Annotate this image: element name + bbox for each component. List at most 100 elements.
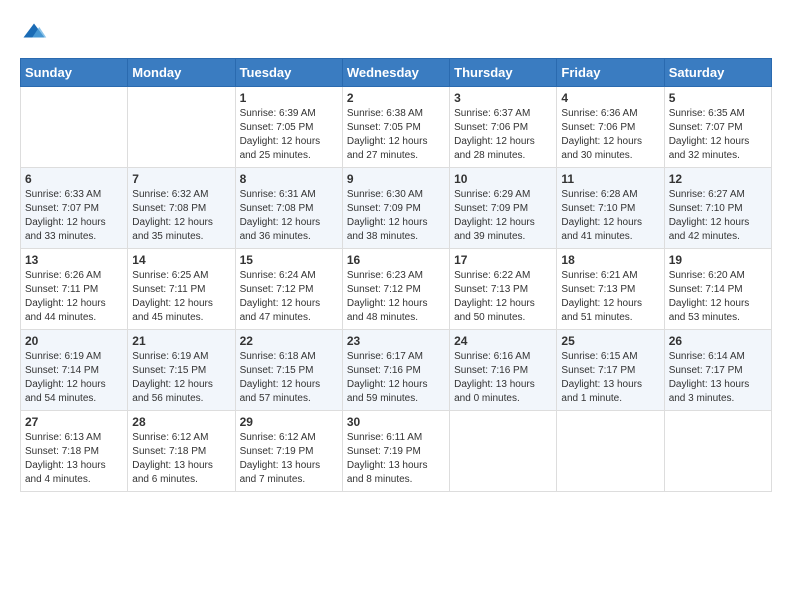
calendar-cell: 15Sunrise: 6:24 AMSunset: 7:12 PMDayligh… (235, 249, 342, 330)
day-number: 1 (240, 91, 338, 105)
calendar-week-5: 27 Sunrise: 6:13 AMSunset: 7:18 PMDayligh… (21, 411, 772, 492)
weekday-header-tuesday: Tuesday (235, 59, 342, 87)
day-info: Sunrise: 6:31 AMSunset: 7:08 PMDaylight:… (240, 188, 338, 244)
day-info: Sunrise: 6:30 AMSunset: 7:09 PMDaylight:… (347, 188, 445, 244)
day-info: Sunrise: 6:36 AMSunset: 7:06 PMDaylight:… (561, 107, 659, 163)
calendar-cell: 24 Sunrise: 6:16 AMSunset: 7:16 PMDayligh… (450, 330, 557, 411)
calendar-cell: 4 Sunrise: 6:36 AMSunset: 7:06 PMDaylight… (557, 87, 664, 168)
calendar-cell: 20 Sunrise: 6:19 AMSunset: 7:14 PMDayligh… (21, 330, 128, 411)
day-number: 19 (669, 253, 767, 267)
calendar-week-1: 1Sunrise: 6:39 AMSunset: 7:05 PMDaylight… (21, 87, 772, 168)
day-info: Sunrise: 6:20 AMSunset: 7:14 PMDaylight:… (669, 269, 767, 325)
calendar-week-2: 6 Sunrise: 6:33 AMSunset: 7:07 PMDaylight… (21, 168, 772, 249)
day-number: 12 (669, 172, 767, 186)
day-number: 10 (454, 172, 552, 186)
calendar-table: SundayMondayTuesdayWednesdayThursdayFrid… (20, 58, 772, 492)
day-info: Sunrise: 6:19 AMSunset: 7:14 PMDaylight:… (25, 350, 123, 406)
day-info: Sunrise: 6:22 AMSunset: 7:13 PMDaylight:… (454, 269, 552, 325)
day-info: Sunrise: 6:23 AMSunset: 7:12 PMDaylight:… (347, 269, 445, 325)
logo (20, 20, 52, 48)
calendar-cell (664, 411, 771, 492)
weekday-header-monday: Monday (128, 59, 235, 87)
calendar-cell (450, 411, 557, 492)
day-number: 27 (25, 415, 123, 429)
day-info: Sunrise: 6:35 AMSunset: 7:07 PMDaylight:… (669, 107, 767, 163)
day-info: Sunrise: 6:18 AMSunset: 7:15 PMDaylight:… (240, 350, 338, 406)
day-number: 30 (347, 415, 445, 429)
calendar-cell: 16 Sunrise: 6:23 AMSunset: 7:12 PMDayligh… (342, 249, 449, 330)
calendar-cell: 25 Sunrise: 6:15 AMSunset: 7:17 PMDayligh… (557, 330, 664, 411)
day-number: 9 (347, 172, 445, 186)
calendar-cell: 30 Sunrise: 6:11 AMSunset: 7:19 PMDayligh… (342, 411, 449, 492)
day-info: Sunrise: 6:25 AMSunset: 7:11 PMDaylight:… (132, 269, 230, 325)
calendar-cell: 10 Sunrise: 6:29 AMSunset: 7:09 PMDayligh… (450, 168, 557, 249)
calendar-cell (557, 411, 664, 492)
day-info: Sunrise: 6:38 AMSunset: 7:05 PMDaylight:… (347, 107, 445, 163)
day-number: 29 (240, 415, 338, 429)
day-info: Sunrise: 6:12 AMSunset: 7:19 PMDaylight:… (240, 431, 338, 487)
calendar-cell: 19 Sunrise: 6:20 AMSunset: 7:14 PMDayligh… (664, 249, 771, 330)
calendar-cell: 22 Sunrise: 6:18 AMSunset: 7:15 PMDayligh… (235, 330, 342, 411)
day-number: 20 (25, 334, 123, 348)
day-info: Sunrise: 6:13 AMSunset: 7:18 PMDaylight:… (25, 431, 123, 487)
day-number: 25 (561, 334, 659, 348)
day-info: Sunrise: 6:15 AMSunset: 7:17 PMDaylight:… (561, 350, 659, 406)
day-number: 15 (240, 253, 338, 267)
day-number: 23 (347, 334, 445, 348)
day-number: 5 (669, 91, 767, 105)
calendar-cell: 11 Sunrise: 6:28 AMSunset: 7:10 PMDayligh… (557, 168, 664, 249)
weekday-header-saturday: Saturday (664, 59, 771, 87)
calendar-cell: 6 Sunrise: 6:33 AMSunset: 7:07 PMDaylight… (21, 168, 128, 249)
day-number: 17 (454, 253, 552, 267)
day-number: 16 (347, 253, 445, 267)
calendar-cell: 27 Sunrise: 6:13 AMSunset: 7:18 PMDayligh… (21, 411, 128, 492)
day-info: Sunrise: 6:29 AMSunset: 7:09 PMDaylight:… (454, 188, 552, 244)
day-number: 2 (347, 91, 445, 105)
calendar-cell: 17 Sunrise: 6:22 AMSunset: 7:13 PMDayligh… (450, 249, 557, 330)
day-info: Sunrise: 6:16 AMSunset: 7:16 PMDaylight:… (454, 350, 552, 406)
weekday-header-friday: Friday (557, 59, 664, 87)
day-info: Sunrise: 6:12 AMSunset: 7:18 PMDaylight:… (132, 431, 230, 487)
day-number: 14 (132, 253, 230, 267)
calendar-cell: 28 Sunrise: 6:12 AMSunset: 7:18 PMDayligh… (128, 411, 235, 492)
calendar-cell: 13 Sunrise: 6:26 AMSunset: 7:11 PMDayligh… (21, 249, 128, 330)
day-number: 7 (132, 172, 230, 186)
calendar-cell: 2 Sunrise: 6:38 AMSunset: 7:05 PMDaylight… (342, 87, 449, 168)
logo-icon (20, 20, 48, 48)
day-number: 13 (25, 253, 123, 267)
calendar-cell: 5 Sunrise: 6:35 AMSunset: 7:07 PMDaylight… (664, 87, 771, 168)
day-number: 26 (669, 334, 767, 348)
weekday-header-sunday: Sunday (21, 59, 128, 87)
day-info: Sunrise: 6:28 AMSunset: 7:10 PMDaylight:… (561, 188, 659, 244)
day-info: Sunrise: 6:21 AMSunset: 7:13 PMDaylight:… (561, 269, 659, 325)
day-number: 18 (561, 253, 659, 267)
calendar-cell: 21 Sunrise: 6:19 AMSunset: 7:15 PMDayligh… (128, 330, 235, 411)
weekday-header-wednesday: Wednesday (342, 59, 449, 87)
day-number: 6 (25, 172, 123, 186)
day-info: Sunrise: 6:37 AMSunset: 7:06 PMDaylight:… (454, 107, 552, 163)
calendar-cell: 14 Sunrise: 6:25 AMSunset: 7:11 PMDayligh… (128, 249, 235, 330)
day-number: 24 (454, 334, 552, 348)
day-number: 28 (132, 415, 230, 429)
day-number: 11 (561, 172, 659, 186)
day-info: Sunrise: 6:19 AMSunset: 7:15 PMDaylight:… (132, 350, 230, 406)
day-info: Sunrise: 6:14 AMSunset: 7:17 PMDaylight:… (669, 350, 767, 406)
weekday-header-row: SundayMondayTuesdayWednesdayThursdayFrid… (21, 59, 772, 87)
day-number: 21 (132, 334, 230, 348)
day-info: Sunrise: 6:32 AMSunset: 7:08 PMDaylight:… (132, 188, 230, 244)
day-info: Sunrise: 6:33 AMSunset: 7:07 PMDaylight:… (25, 188, 123, 244)
page-header (20, 20, 772, 48)
calendar-cell: 26 Sunrise: 6:14 AMSunset: 7:17 PMDayligh… (664, 330, 771, 411)
calendar-cell: 18 Sunrise: 6:21 AMSunset: 7:13 PMDayligh… (557, 249, 664, 330)
day-number: 22 (240, 334, 338, 348)
day-info: Sunrise: 6:11 AMSunset: 7:19 PMDaylight:… (347, 431, 445, 487)
calendar-cell: 12Sunrise: 6:27 AMSunset: 7:10 PMDayligh… (664, 168, 771, 249)
calendar-cell: 9 Sunrise: 6:30 AMSunset: 7:09 PMDaylight… (342, 168, 449, 249)
day-number: 8 (240, 172, 338, 186)
calendar-cell: 7 Sunrise: 6:32 AMSunset: 7:08 PMDaylight… (128, 168, 235, 249)
calendar-cell (21, 87, 128, 168)
calendar-week-4: 20 Sunrise: 6:19 AMSunset: 7:14 PMDayligh… (21, 330, 772, 411)
weekday-header-thursday: Thursday (450, 59, 557, 87)
day-number: 4 (561, 91, 659, 105)
day-info: Sunrise: 6:26 AMSunset: 7:11 PMDaylight:… (25, 269, 123, 325)
